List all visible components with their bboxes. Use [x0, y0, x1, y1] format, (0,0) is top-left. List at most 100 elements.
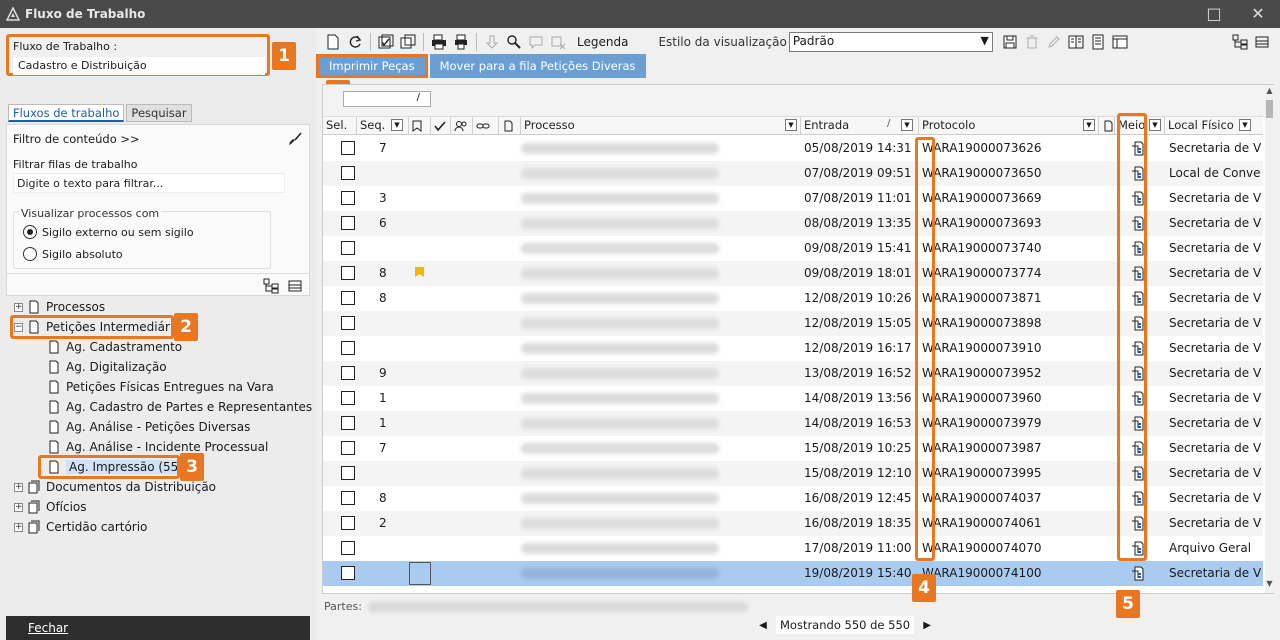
focus-cell[interactable] — [409, 562, 431, 585]
col-seq-filter-icon[interactable]: ▼ — [391, 119, 403, 131]
configure-view-icon[interactable] — [1112, 34, 1128, 50]
prev-page-icon[interactable]: ◀ — [756, 620, 770, 631]
row-select-checkbox[interactable] — [341, 441, 355, 455]
process-number-redacted — [521, 393, 719, 404]
check-all-icon[interactable] — [378, 34, 394, 50]
row-select-checkbox[interactable] — [341, 291, 355, 305]
col-local-filter-icon[interactable]: ▼ — [1239, 119, 1251, 131]
folder-stack-icon — [28, 480, 40, 494]
tree-item-certidao-cartorio[interactable]: + Certidão cartório — [14, 518, 147, 536]
table-row[interactable]: 19/08/2019 15:40 WARA19000074100 Secretari… — [323, 561, 1263, 586]
expand-toggle[interactable]: + — [14, 302, 23, 312]
highlight-meio — [1117, 113, 1147, 561]
scroll-up-icon[interactable]: ▲ — [1265, 86, 1274, 98]
collapse-tree-icon[interactable] — [1254, 34, 1270, 50]
remove-disabled-icon — [551, 36, 566, 50]
row-select-checkbox[interactable] — [341, 216, 355, 230]
col-sel[interactable]: Sel. — [323, 117, 357, 135]
radio-on-icon[interactable] — [23, 225, 37, 239]
col-users[interactable] — [451, 117, 473, 135]
expand-tree-icon[interactable] — [263, 278, 279, 294]
row-select-checkbox[interactable] — [341, 341, 355, 355]
expand-tree-icon[interactable] — [1232, 34, 1248, 50]
col-meio-filter-icon[interactable]: ▼ — [1149, 119, 1161, 131]
clear-filter-brush-icon[interactable] — [287, 131, 303, 147]
new-document-icon[interactable] — [325, 34, 341, 50]
row-select-checkbox[interactable] — [341, 316, 355, 330]
collapse-tree-icon[interactable] — [287, 278, 303, 294]
save-view-icon[interactable] — [1002, 34, 1018, 50]
row-select-checkbox[interactable] — [341, 266, 355, 280]
refresh-icon[interactable] — [347, 34, 363, 50]
radio-off-icon[interactable] — [23, 247, 37, 261]
tree-item-ag-analise-incidente[interactable]: Ag. Análise - Incidente Processual — [48, 438, 268, 456]
row-select-checkbox[interactable] — [341, 166, 355, 180]
maximize-button[interactable]: □ — [1204, 4, 1224, 24]
scroll-down-icon[interactable]: ▼ — [1265, 579, 1274, 591]
content-filter-toggle[interactable]: Filtro de conteúdo >> — [13, 132, 140, 146]
col-link[interactable] — [473, 117, 499, 135]
col-entrada-filter-icon[interactable]: ▼ — [901, 119, 913, 131]
filter-queues-input[interactable]: Digite o texto para filtrar... — [13, 173, 285, 193]
tab-pesquisar[interactable]: Pesquisar — [126, 104, 192, 122]
col-doc[interactable] — [1099, 117, 1115, 135]
print-list-icon[interactable] — [453, 34, 469, 50]
chevron-down-icon[interactable]: ▼ — [980, 34, 988, 47]
vertical-scrollbar[interactable]: ▲ ▼ — [1265, 85, 1274, 593]
move-queue-button[interactable]: Mover para a fila Petições Diveras — [429, 54, 646, 78]
print-pieces-button[interactable]: Imprimir Peças — [316, 54, 428, 78]
workflow-value[interactable]: Cadastro e Distribuição — [13, 57, 265, 75]
row-select-checkbox[interactable] — [341, 241, 355, 255]
uncheck-all-icon[interactable] — [400, 34, 416, 50]
radio-absolute-secrecy[interactable]: Sigilo absoluto — [23, 247, 123, 261]
tree-item-ag-analise-peticoes[interactable]: Ag. Análise - Petições Diversas — [48, 418, 250, 436]
annotation-badge-3: 3 — [180, 453, 204, 481]
row-select-checkbox[interactable] — [341, 366, 355, 380]
col-protocolo[interactable]: Protocolo — [919, 117, 1099, 135]
tab-fluxos[interactable]: Fluxos de trabalho — [8, 104, 125, 122]
workflow-selector[interactable]: Fluxo de Trabalho : Cadastro e Distribui… — [6, 34, 270, 76]
row-select-checkbox[interactable] — [341, 391, 355, 405]
col-protocolo-filter-icon[interactable]: ▼ — [1083, 119, 1095, 131]
row-select-checkbox[interactable] — [341, 491, 355, 505]
scroll-thumb[interactable] — [1266, 100, 1273, 118]
tree-item-peticoes-fisicas[interactable]: Petições Físicas Entregues na Vara — [48, 378, 274, 396]
col-bookmark[interactable] — [409, 117, 431, 135]
print-pieces-icon[interactable] — [431, 34, 447, 50]
tree-item-ag-cadastro-partes[interactable]: Ag. Cadastro de Partes e Representantes — [48, 398, 312, 416]
radio-external-secrecy[interactable]: Sigilo externo ou sem sigilo — [23, 225, 194, 239]
close-button[interactable]: Fechar — [6, 616, 310, 640]
col-attachment[interactable] — [499, 117, 521, 135]
expand-toggle[interactable]: + — [14, 522, 23, 532]
copy-view-icon[interactable] — [1090, 34, 1106, 50]
expand-toggle[interactable]: + — [14, 482, 23, 492]
search-user-icon[interactable] — [506, 34, 522, 50]
row-select-checkbox[interactable] — [341, 541, 355, 555]
tree-item-oficios[interactable]: + Ofícios — [14, 498, 87, 516]
col-check[interactable] — [431, 117, 451, 135]
view-style-value: Padrão — [792, 34, 835, 48]
row-select-checkbox[interactable] — [341, 191, 355, 205]
tree-item-ag-cadastramento[interactable]: Ag. Cadastramento — [48, 338, 182, 356]
row-select-checkbox[interactable] — [341, 141, 355, 155]
expand-toggle[interactable]: + — [14, 502, 23, 512]
row-select-checkbox[interactable] — [341, 516, 355, 530]
row-select-checkbox[interactable] — [341, 466, 355, 480]
group-by-box[interactable]: / — [343, 91, 431, 107]
row-select-checkbox[interactable] — [341, 416, 355, 430]
col-processo[interactable]: Processo — [521, 117, 801, 135]
next-page-icon[interactable]: ▶ — [920, 620, 934, 631]
tree-item-documentos-distribuicao[interactable]: + Documentos da Distribuição — [14, 478, 216, 496]
process-grid: / Sel. Seq. ▼ Processo ▼ Entrada / ▼ Pro… — [322, 84, 1274, 594]
delete-view-disabled-icon — [1026, 35, 1037, 49]
cell-entrada: 07/08/2019 09:51 — [804, 166, 912, 180]
col-processo-filter-icon[interactable]: ▼ — [785, 119, 797, 131]
tree-item-processos[interactable]: + Processos — [14, 298, 105, 316]
row-select-checkbox[interactable] — [341, 566, 355, 580]
close-window-button[interactable]: ✕ — [1248, 4, 1268, 24]
export-view-icon[interactable] — [1068, 34, 1084, 50]
legend-button[interactable]: Legenda — [577, 35, 628, 49]
process-number-redacted — [521, 493, 719, 504]
tree-item-ag-digitalizacao[interactable]: Ag. Digitalização — [48, 358, 167, 376]
view-style-select[interactable]: Padrão ▼ — [788, 32, 993, 52]
